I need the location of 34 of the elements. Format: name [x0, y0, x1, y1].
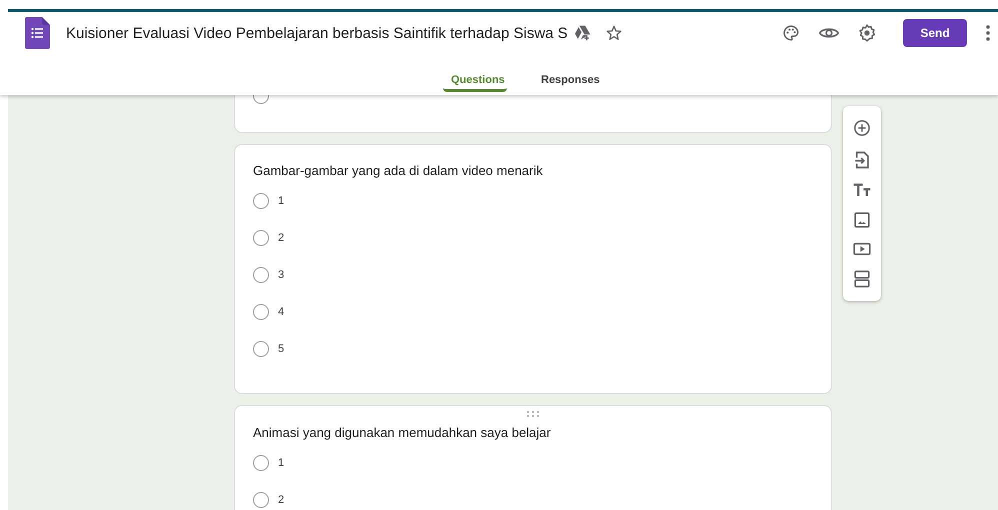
preview-eye-icon[interactable] — [819, 26, 839, 40]
radio-button[interactable] — [253, 230, 269, 246]
palette-icon[interactable] — [782, 24, 800, 42]
settings-icon[interactable] — [858, 24, 876, 42]
question-title: Gambar-gambar yang ada di dalam video menarik — [253, 162, 544, 178]
drag-handle-icon[interactable] — [527, 411, 539, 417]
star-icon[interactable] — [606, 25, 622, 41]
tab[interactable]: Responses — [533, 64, 597, 92]
option-label: 3 — [278, 268, 284, 280]
form-title[interactable]: Kuisioner Evaluasi Video Pembelajaran berbasis Saintifik terhadap Siswa S — [66, 24, 568, 42]
forms-logo-icon[interactable] — [25, 17, 50, 49]
option-label: 4 — [278, 306, 284, 318]
send-button[interactable]: Send — [903, 19, 967, 47]
image-icon[interactable] — [854, 212, 870, 228]
drive-add-icon[interactable] — [574, 25, 592, 41]
option-label: 5 — [278, 342, 284, 354]
question-title: Animasi yang digunakan memudahkan saya belajar — [253, 424, 552, 440]
video-icon[interactable] — [853, 242, 871, 256]
radio-button[interactable] — [253, 304, 269, 320]
option-label: 2 — [278, 494, 284, 506]
more-options-icon[interactable] — [986, 25, 990, 41]
option-label: 2 — [278, 232, 284, 244]
import-questions-icon[interactable] — [854, 151, 870, 170]
radio-button[interactable] — [253, 454, 269, 470]
radio-button[interactable] — [253, 492, 269, 508]
radio-button[interactable] — [253, 266, 269, 282]
option-label: 1 — [278, 194, 284, 206]
add-section-icon[interactable] — [854, 270, 870, 288]
title-text-icon[interactable] — [853, 183, 871, 198]
radio-button[interactable] — [253, 192, 269, 208]
tab[interactable]: Questions — [443, 64, 507, 92]
radio-button[interactable] — [253, 340, 269, 356]
add-question-icon[interactable] — [853, 119, 871, 138]
option-label: 1 — [278, 456, 284, 468]
